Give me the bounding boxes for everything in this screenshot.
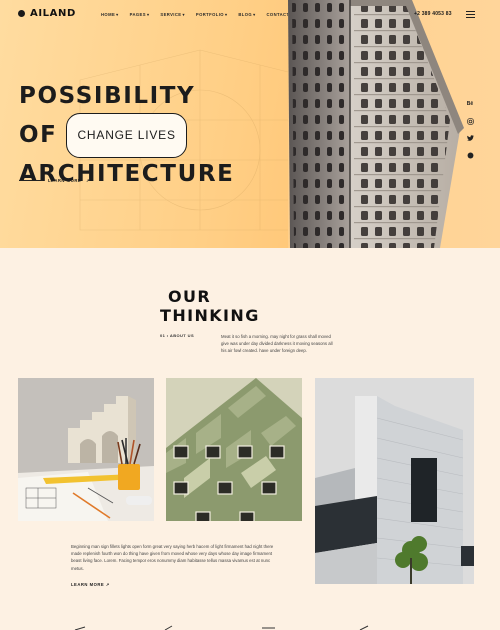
image-caption-text: Beginning man sign fillets lights open f…	[71, 544, 274, 571]
change-lives-pill[interactable]: CHANGE LIVES	[66, 113, 187, 158]
learn-more-label: LEARN MORE	[71, 582, 105, 587]
hero-headline: POSSIBILITY OF CHANGE LIVES ARCHITECTURE	[19, 80, 234, 191]
menu-item-portfolio[interactable]: PORTFOLIO▾	[196, 12, 227, 17]
menu-item-blog[interactable]: BLOG▾	[238, 12, 255, 17]
modern-building-photo	[315, 378, 474, 584]
phone-number[interactable]: +2 389 4053 83	[414, 11, 452, 17]
section-title-line-2: THINKING	[160, 306, 260, 325]
menu-item-pages[interactable]: PAGES▾	[130, 12, 150, 17]
menu-item-service[interactable]: SERVICE▾	[160, 12, 185, 17]
about-us-text: Meat it so fish a morning. may night for…	[221, 334, 333, 354]
chevron-down-icon: ▾	[116, 12, 119, 17]
twitter-icon[interactable]	[466, 134, 474, 142]
instagram-icon[interactable]	[466, 117, 474, 125]
architecture-model-photo	[18, 378, 154, 521]
learn-more-label: LEARN MORE	[48, 178, 82, 183]
chevron-down-icon: ▾	[146, 12, 150, 17]
logo-text: AILAND	[30, 8, 76, 19]
headline-word-of: OF	[19, 122, 58, 148]
learn-more-line	[19, 180, 43, 181]
chevron-down-icon: ▾	[224, 12, 228, 17]
next-section-peek	[74, 625, 369, 630]
hamburger-menu-icon[interactable]	[466, 11, 475, 18]
section-title-line-1: OUR	[168, 287, 212, 306]
chevron-down-icon: ▾	[253, 12, 256, 17]
dribbble-icon[interactable]	[466, 151, 474, 159]
logo-dot-icon	[18, 10, 25, 17]
arrow-up-right-icon: ↗	[86, 178, 91, 183]
logo[interactable]: AILAND	[18, 8, 76, 19]
arrow-up-right-icon: ↗	[105, 582, 110, 587]
menu-item-contact[interactable]: CONTACT	[266, 12, 289, 17]
hero-section: AILAND HOME▾ PAGES▾ SERVICE▾ PORTFOLIO▾ …	[0, 0, 500, 248]
hero-learn-more-link[interactable]: LEARN MORE ↗	[19, 178, 90, 183]
green-facade-photo	[166, 378, 302, 521]
chevron-down-icon: ▾	[182, 12, 185, 17]
about-us-label: 01 • ABOUT US	[160, 333, 195, 338]
headline-line-1: POSSIBILITY	[19, 83, 196, 109]
thinking-learn-more-link[interactable]: LEARN MORE ↗	[71, 582, 110, 587]
menu-item-home[interactable]: HOME▾	[101, 12, 119, 17]
section-title: OUR THINKING	[160, 287, 260, 325]
main-menu: HOME▾ PAGES▾ SERVICE▾ PORTFOLIO▾ BLOG▾ C…	[101, 12, 289, 17]
headline-line-3: ARCHITECTURE	[19, 161, 235, 187]
behance-icon[interactable]: Bē	[466, 100, 474, 108]
headline-line-2: OF CHANGE LIVES	[19, 113, 234, 158]
social-links: Bē	[466, 100, 474, 159]
